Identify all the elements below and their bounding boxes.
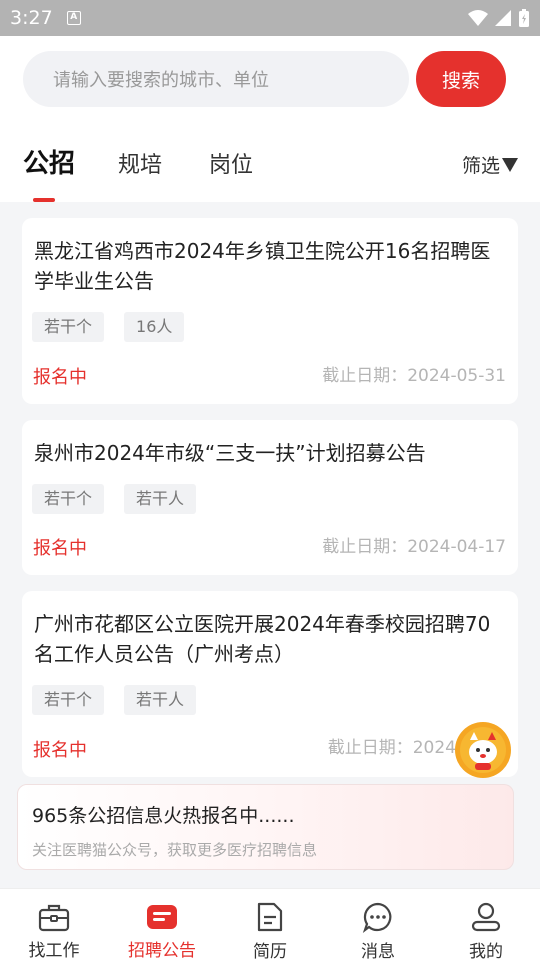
nav-resume[interactable]: 简历 [216,889,324,960]
header: 请输入要搜索的城市、单位 搜索 公招 规培 岗位 筛选 [0,36,540,202]
triangle-down-icon [502,157,518,172]
keyboard-a-icon: A [66,11,81,25]
bottom-navigation: 找工作 招聘公告 简历 消息 我的 [0,888,540,960]
tab-residency-training[interactable]: 规培 [118,147,162,179]
registration-status: 报名中 [33,740,87,761]
tab-public-recruit[interactable]: 公招 [23,143,75,180]
tab-positions[interactable]: 岗位 [209,147,253,179]
listing-card[interactable]: 广州市花都区公立医院开展2024年春季校园招聘70名工作人员公告（广州考点） 若… [22,591,518,777]
promo-subtitle: 关注医聘猫公众号，获取更多医疗招聘信息 [32,841,318,859]
signal-icon [495,10,511,26]
nav-label: 我的 [469,942,503,960]
user-icon [469,901,503,933]
tag-people-count: 若干人 [124,484,197,514]
nav-label: 消息 [361,942,395,960]
registration-status: 报名中 [33,367,87,388]
search-button[interactable]: 搜索 [416,51,506,107]
category-tabs: 公招 规培 岗位 筛选 [0,143,540,191]
status-icons [468,8,530,28]
tag-positions-count: 若干个 [32,484,105,514]
listing-tags: 若干个 若干人 [32,685,197,715]
search-placeholder: 请输入要搜索的城市、单位 [53,70,269,91]
listing-card[interactable]: 黑龙江省鸡西市2024年乡镇卫生院公开16名招聘医学毕业生公告 若干个 16人 … [22,218,518,404]
tag-positions-count: 若干个 [32,685,105,715]
announcement-icon [145,901,179,932]
listing-card[interactable]: 泉州市2024年市级“三支一扶”计划招募公告 若干个 若干人 报名中 截止日期：… [22,420,518,575]
battery-icon [519,9,529,27]
active-tab-indicator [33,198,55,202]
tag-people-count: 若干人 [124,685,197,715]
filter-label: 筛选 [461,155,500,177]
promo-banner[interactable]: 965条公招信息火热报名中...... 关注医聘猫公众号，获取更多医疗招聘信息 [17,784,514,870]
chat-icon [361,901,395,933]
nav-label: 招聘公告 [128,941,196,960]
listing-tags: 若干个 若干人 [32,484,197,514]
document-icon [253,901,287,933]
cat-mascot-button[interactable] [455,722,511,778]
filter-button[interactable]: 筛选 [462,151,518,178]
wifi-icon [468,10,488,26]
status-bar: 3:27 A [0,0,540,36]
tag-people-count: 16人 [124,312,185,342]
deadline-date: 截止日期：2024-05-31 [322,366,506,386]
deadline-date: 截止日期：2024-04-17 [322,537,506,557]
nav-recruit-announcement[interactable]: 招聘公告 [108,889,216,960]
briefcase-icon [37,901,71,932]
deadline-date: 截止日期：2024 [327,738,456,758]
nav-messages[interactable]: 消息 [324,889,432,960]
listing-title: 黑龙江省鸡西市2024年乡镇卫生院公开16名招聘医学毕业生公告 [34,239,491,293]
nav-find-job[interactable]: 找工作 [0,889,108,960]
registration-status: 报名中 [33,538,87,559]
nav-label: 找工作 [28,941,80,960]
nav-profile[interactable]: 我的 [432,889,540,960]
listing-title: 广州市花都区公立医院开展2024年春季校园招聘70名工作人员公告（广州考点） [34,612,491,666]
listing-tags: 若干个 16人 [32,312,185,342]
listing-title: 泉州市2024年市级“三支一扶”计划招募公告 [34,441,426,465]
nav-label: 简历 [253,942,287,960]
status-time: 3:27 [10,7,53,29]
search-input[interactable]: 请输入要搜索的城市、单位 [23,51,409,107]
cat-mascot-icon [460,727,506,773]
promo-title: 965条公招信息火热报名中...... [32,805,295,827]
tag-positions-count: 若干个 [32,312,105,342]
